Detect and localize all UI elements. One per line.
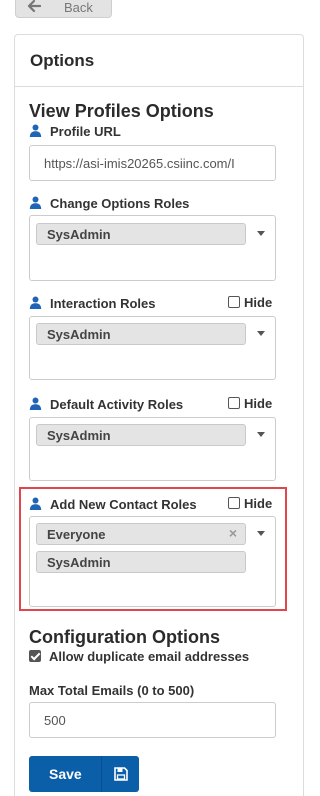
checkbox-icon[interactable] [228,296,240,308]
user-icon [29,196,42,209]
default-activity-hide-checkbox[interactable]: Hide [228,396,272,411]
configuration-title: Configuration Options [29,627,220,647]
chevron-down-icon[interactable] [257,231,265,236]
panel-header: Options [15,35,303,87]
checkbox-icon[interactable] [228,397,240,409]
checkbox-checked-icon[interactable] [29,650,41,662]
view-profiles-title: View Profiles Options [29,101,214,121]
highlight-annotation [19,487,287,611]
chevron-down-icon[interactable] [257,331,265,336]
save-label: Save [49,766,82,782]
chevron-down-icon[interactable] [257,432,265,437]
allow-duplicate-checkbox[interactable]: Allow duplicate email addresses [29,649,249,664]
profile-url-label: Profile URL [29,124,121,139]
save-button[interactable]: Save [29,756,139,792]
user-icon [29,124,42,137]
max-emails-label: Max Total Emails (0 to 500) [29,683,195,698]
interaction-roles-select[interactable]: SysAdmin [29,316,276,380]
button-divider [101,756,102,792]
interaction-hide-checkbox[interactable]: Hide [228,295,272,310]
change-options-roles-select[interactable]: SysAdmin [29,215,276,281]
max-emails-input[interactable]: 500 [29,702,276,738]
interaction-roles-label: Interaction Roles [29,296,155,311]
role-chip[interactable]: SysAdmin [36,424,246,446]
user-icon [29,397,42,410]
change-options-roles-label: Change Options Roles [29,196,189,211]
default-activity-roles-select[interactable]: SysAdmin [29,417,276,481]
back-button[interactable]: Back [15,0,112,18]
user-icon [29,296,42,309]
default-activity-roles-label: Default Activity Roles [29,397,183,412]
role-chip[interactable]: SysAdmin [36,223,246,245]
floppy-disk-icon [114,767,128,781]
role-chip[interactable]: SysAdmin [36,323,246,345]
top-bar: Back [0,0,289,26]
profile-url-input[interactable]: https://asi-imis20265.csiinc.com/I [29,145,276,181]
panel-title: Options [30,51,95,70]
back-label: Back [64,0,93,15]
arrow-left-icon [27,0,41,13]
